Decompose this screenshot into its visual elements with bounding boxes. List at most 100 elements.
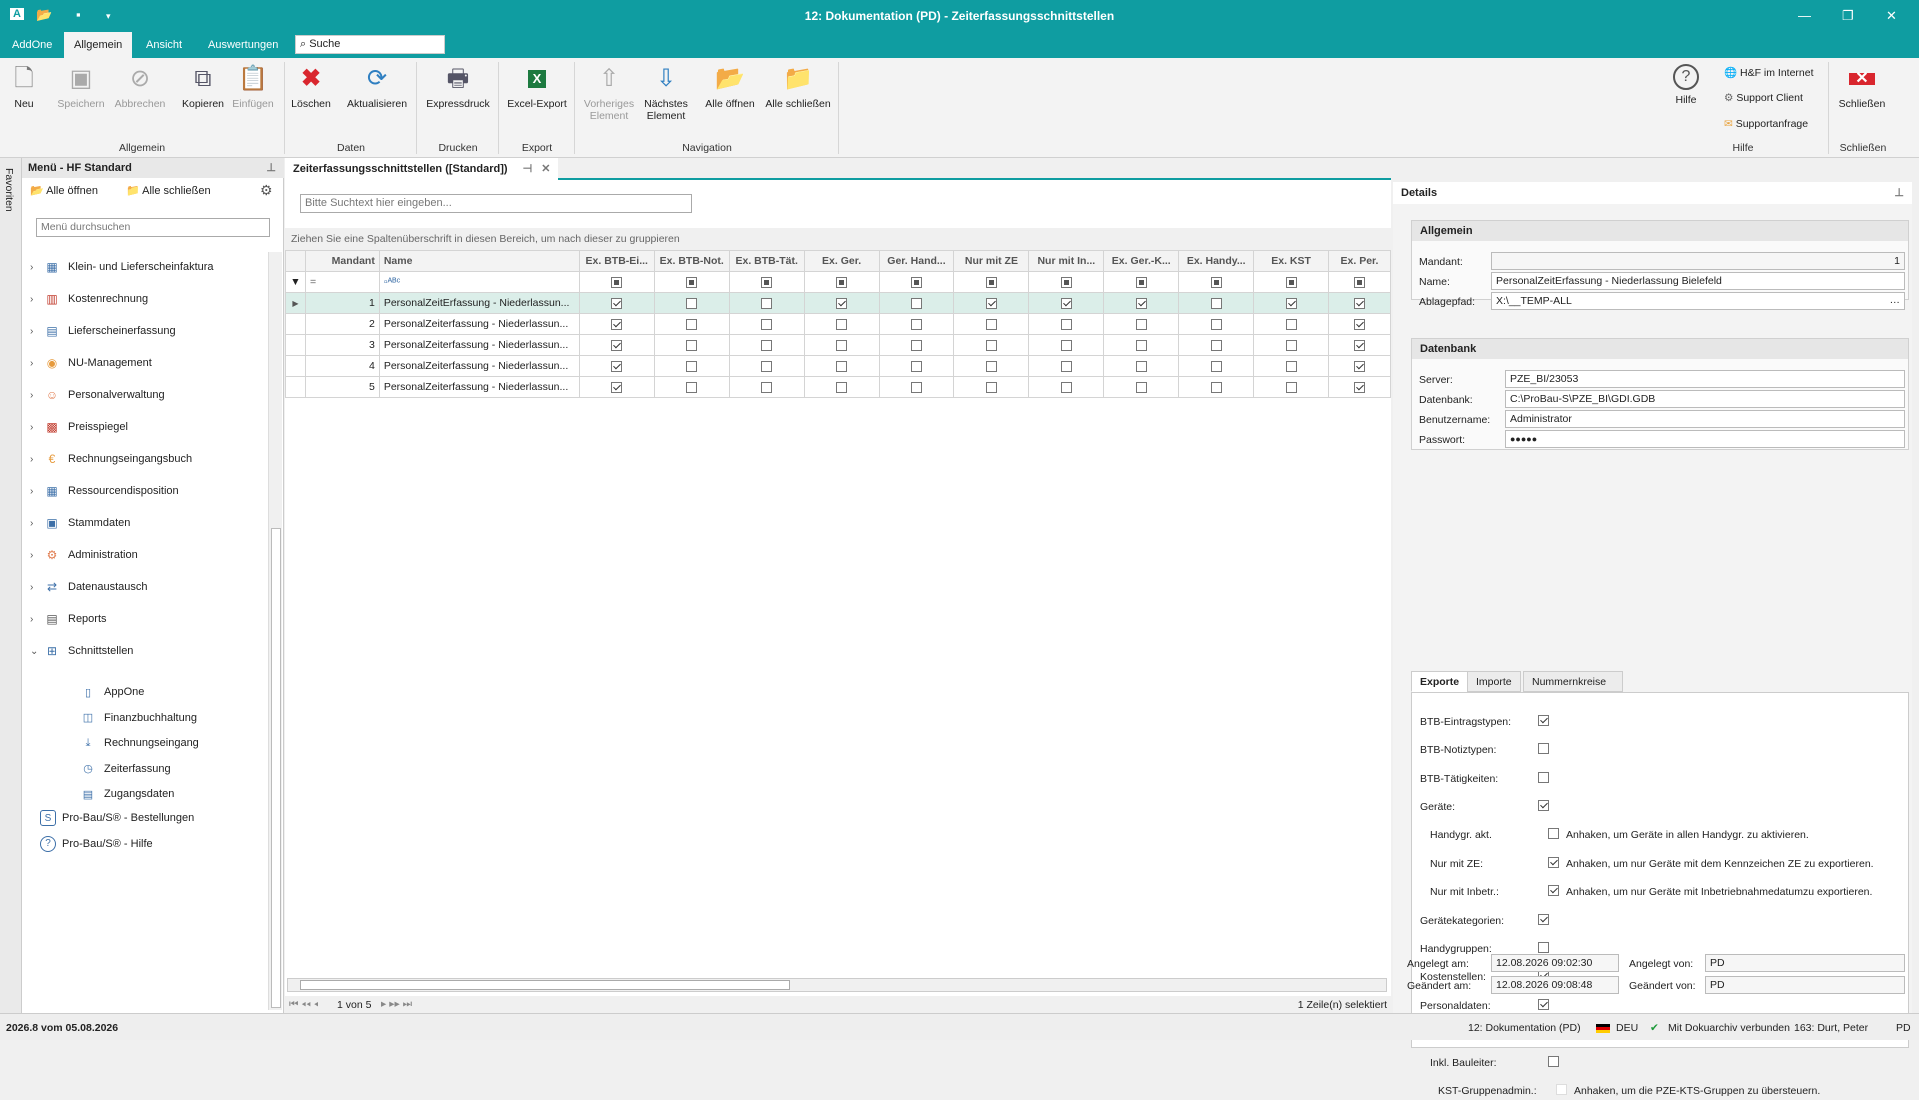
nav-item-nu-management[interactable]: › ◉ NU-Management bbox=[30, 352, 152, 374]
name-cell[interactable]: PersonalZeiterfassung - Niederlassun... bbox=[378, 376, 580, 398]
nav-item-probau-0[interactable]: S Pro-Bau/S® - Bestellungen bbox=[40, 807, 194, 829]
grid-checkbox[interactable] bbox=[653, 334, 730, 356]
filter-checkbox[interactable] bbox=[1327, 271, 1392, 293]
internet-button[interactable]: 🌐 H&F im Internet bbox=[1724, 66, 1814, 79]
grid-checkbox[interactable] bbox=[1028, 313, 1105, 335]
grid-checkbox[interactable] bbox=[1253, 376, 1329, 398]
export-option-checkbox[interactable] bbox=[1538, 800, 1549, 812]
tab-exporte[interactable]: Exporte bbox=[1411, 671, 1469, 692]
pager-nav-last-icon[interactable]: ▸ ▸▸ ⏭ bbox=[381, 998, 412, 1011]
chevron-right-icon[interactable]: › bbox=[30, 262, 42, 273]
tab-addone[interactable]: AddOne bbox=[2, 32, 62, 58]
tab-ansicht[interactable]: Ansicht bbox=[136, 32, 192, 58]
chevron-right-icon[interactable]: › bbox=[30, 582, 42, 593]
grid-checkbox[interactable] bbox=[653, 355, 730, 377]
restore-icon[interactable]: ❐ bbox=[1842, 8, 1854, 24]
grid-checkbox[interactable] bbox=[803, 313, 880, 335]
nav-item-preisspiegel[interactable]: › ▩ Preisspiegel bbox=[30, 416, 128, 438]
column-header[interactable]: Ex. BTB-Ei... bbox=[578, 250, 655, 272]
filter-cell[interactable]: ▫ᴬᴮᶜ bbox=[378, 271, 580, 293]
grid-checkbox[interactable] bbox=[953, 334, 1030, 356]
grid-checkbox[interactable] bbox=[1253, 292, 1329, 314]
grid-checkbox[interactable] bbox=[1028, 376, 1105, 398]
grid-checkbox[interactable] bbox=[578, 334, 655, 356]
grid-checkbox[interactable] bbox=[953, 355, 1030, 377]
chevron-right-icon[interactable]: › bbox=[30, 454, 42, 465]
grid-search-input[interactable]: Bitte Suchtext hier eingeben... bbox=[300, 194, 692, 213]
grid-checkbox[interactable] bbox=[878, 376, 955, 398]
grid-checkbox[interactable] bbox=[1028, 292, 1105, 314]
hilfe-button[interactable]: ? Hilfe bbox=[1666, 64, 1706, 106]
export-option-checkbox[interactable] bbox=[1538, 743, 1549, 755]
filter-checkbox[interactable] bbox=[878, 271, 955, 293]
settings-gear-icon[interactable]: ⚙ bbox=[260, 182, 273, 199]
export-option-checkbox[interactable] bbox=[1548, 828, 1559, 840]
export-option-checkbox[interactable] bbox=[1548, 885, 1559, 897]
grid-checkbox[interactable] bbox=[1327, 334, 1392, 356]
grid-checkbox[interactable] bbox=[578, 355, 655, 377]
grid-checkbox[interactable] bbox=[578, 376, 655, 398]
grid-checkbox[interactable] bbox=[1327, 376, 1392, 398]
pager-nav-first-icon[interactable]: ⏮ ◂◂ ◂ bbox=[289, 998, 319, 1011]
aktualisieren-button[interactable]: ⟳ Aktualisieren bbox=[344, 64, 410, 111]
filter-icon[interactable]: ▼ bbox=[285, 271, 306, 293]
column-header[interactable]: Ex. BTB-Tät. bbox=[728, 250, 805, 272]
close-tab-icon[interactable]: ✕ bbox=[541, 163, 550, 175]
grid-checkbox[interactable] bbox=[1178, 292, 1255, 314]
column-header[interactable]: Ex. Per. bbox=[1327, 250, 1392, 272]
grid-checkbox[interactable] bbox=[1103, 313, 1180, 335]
chevron-right-icon[interactable]: › bbox=[30, 358, 42, 369]
nav-item-datenaustausch[interactable]: › ⇄ Datenaustausch bbox=[30, 576, 148, 598]
schliessen-button[interactable]: ✕ Schließen bbox=[1836, 64, 1888, 111]
mandant-cell[interactable]: 5 bbox=[304, 376, 380, 398]
grid-checkbox[interactable] bbox=[1327, 313, 1392, 335]
kopieren-button[interactable]: ⧉ Kopieren bbox=[180, 64, 226, 111]
column-header[interactable]: Nur mit In... bbox=[1028, 250, 1105, 272]
grid-checkbox[interactable] bbox=[1178, 334, 1255, 356]
sub-item-rechnungseingang[interactable]: ⤓ Rechnungseingang bbox=[80, 733, 199, 753]
filter-checkbox[interactable] bbox=[728, 271, 805, 293]
column-header[interactable]: Ex. KST bbox=[1253, 250, 1329, 272]
tab-auswertungen[interactable]: Auswertungen bbox=[198, 32, 288, 58]
grid-checkbox[interactable] bbox=[803, 376, 880, 398]
tab-nummernkreise[interactable]: Nummernkreise bbox=[1523, 671, 1623, 692]
grid-checkbox[interactable] bbox=[653, 313, 730, 335]
filter-checkbox[interactable] bbox=[578, 271, 655, 293]
name-cell[interactable]: PersonalZeiterfassung - Niederlassun... bbox=[378, 334, 580, 356]
supportanfrage-button[interactable]: ✉ Supportanfrage bbox=[1724, 118, 1808, 130]
grid-checkbox[interactable] bbox=[1253, 355, 1329, 377]
vorheriges-element-button[interactable]: ⇧ Vorheriges Element bbox=[580, 64, 638, 123]
server-field[interactable]: PZE_BI/23053 bbox=[1505, 370, 1905, 388]
chevron-right-icon[interactable]: › bbox=[30, 550, 42, 561]
export-option-checkbox[interactable] bbox=[1556, 1084, 1567, 1096]
grid-checkbox[interactable] bbox=[1103, 355, 1180, 377]
pin-icon[interactable]: ⊣ bbox=[523, 163, 533, 175]
chevron-right-icon[interactable]: › bbox=[30, 326, 42, 337]
loeschen-button[interactable]: ✖ Löschen bbox=[288, 64, 334, 111]
grid-checkbox[interactable] bbox=[1103, 376, 1180, 398]
nav-item-reports[interactable]: › ▤ Reports bbox=[30, 608, 107, 630]
search-input[interactable]: ⌕ Suche bbox=[295, 35, 445, 54]
chevron-right-icon[interactable]: › bbox=[30, 422, 42, 433]
abbrechen-button[interactable]: ⊘ Abbrechen bbox=[112, 64, 168, 111]
grid-checkbox[interactable] bbox=[728, 292, 805, 314]
benutzername-field[interactable]: Administrator bbox=[1505, 410, 1905, 428]
grid-checkbox[interactable] bbox=[653, 292, 730, 314]
nav-item-klein-und-lieferscheinfaktura[interactable]: › ▦ Klein- und Lieferscheinfaktura bbox=[30, 256, 214, 278]
name-cell[interactable]: PersonalZeitErfassung - Niederlassun... bbox=[378, 292, 580, 314]
export-option-checkbox[interactable] bbox=[1548, 856, 1559, 868]
column-header[interactable]: Ex. Handy... bbox=[1178, 250, 1255, 272]
nav-item-kostenrechnung[interactable]: › ▥ Kostenrechnung bbox=[30, 288, 148, 310]
browse-icon[interactable]: … bbox=[1890, 294, 1901, 306]
grid-checkbox[interactable] bbox=[1253, 313, 1329, 335]
chevron-down-icon[interactable]: ⌄ bbox=[30, 646, 42, 657]
menu-scrollbar[interactable] bbox=[268, 252, 282, 1010]
grid-checkbox[interactable] bbox=[1178, 376, 1255, 398]
alle-schliessen-button[interactable]: 📁 Alle schließen bbox=[762, 64, 834, 111]
column-header[interactable]: Mandant bbox=[304, 250, 380, 272]
export-option-checkbox[interactable] bbox=[1538, 942, 1549, 954]
nav-item-rechnungseingangsbuch[interactable]: › € Rechnungseingangsbuch bbox=[30, 448, 192, 470]
table-row[interactable]: 2 PersonalZeiterfassung - Niederlassun... bbox=[285, 313, 1392, 335]
grid-checkbox[interactable] bbox=[878, 355, 955, 377]
column-header[interactable]: Ger. Hand... bbox=[878, 250, 955, 272]
